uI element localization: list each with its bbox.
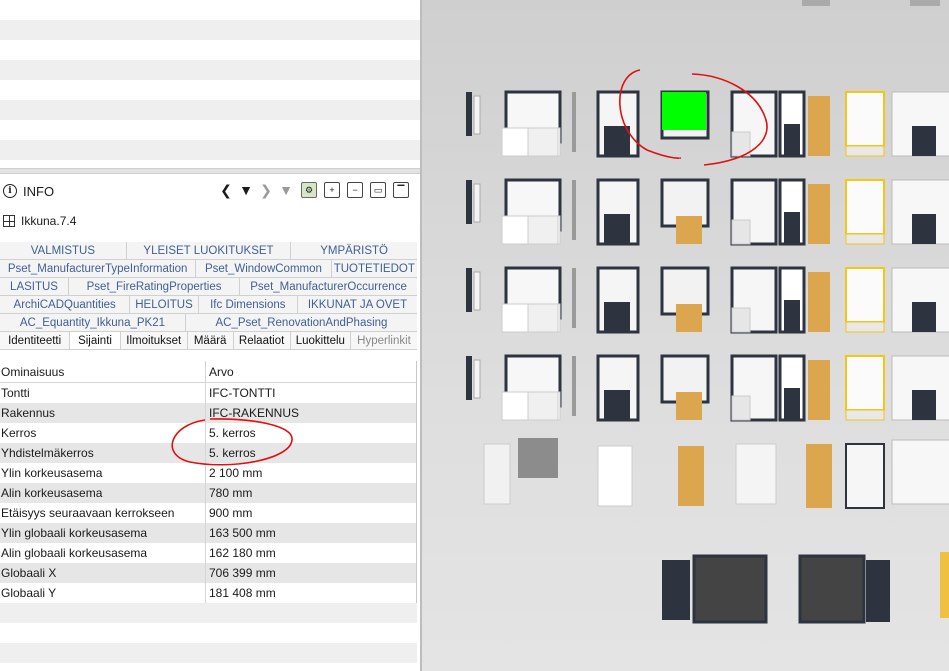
window-dark-pane — [912, 126, 936, 156]
highlighted-window — [845, 267, 885, 323]
column — [572, 268, 576, 328]
highlighted-window — [845, 355, 885, 411]
window-pane — [527, 303, 559, 333]
highlighted-window — [845, 91, 885, 147]
wood-door — [808, 184, 830, 244]
window-dark-pane — [912, 214, 936, 244]
wood-door — [808, 96, 830, 156]
window-dark-pane — [912, 302, 936, 332]
ground-door — [662, 560, 690, 620]
window-dark-pane — [912, 390, 936, 420]
grey-box — [518, 438, 558, 478]
highlighted-window-sill — [845, 321, 885, 333]
highlighted-window-sill — [845, 233, 885, 245]
window-dark-pane — [604, 214, 630, 244]
highlighted-window-sill — [845, 409, 885, 421]
window-pane — [527, 127, 559, 157]
window-pane — [735, 443, 777, 505]
wood-door — [808, 360, 830, 420]
door-panel — [678, 446, 704, 506]
door — [845, 443, 885, 509]
wood-door — [808, 272, 830, 332]
highlighted-window — [845, 179, 885, 235]
window-frame — [466, 180, 472, 224]
column — [572, 180, 576, 240]
3d-viewport[interactable] — [422, 0, 949, 671]
window-pane — [473, 359, 481, 399]
door-dark-pane — [784, 212, 800, 244]
window-frame — [466, 268, 472, 312]
window-pane — [473, 271, 481, 311]
roof-element — [910, 0, 940, 6]
door-panel — [676, 304, 702, 332]
highlighted-window-sill — [845, 145, 885, 157]
ground-edge — [940, 552, 949, 618]
window-pane — [473, 183, 481, 223]
info-panel: i INFO ❮ ▼ ❯ ▼ ⚙ + − ▭ ▔ Ikkuna.7.4 VALM… — [0, 0, 420, 671]
window-frame — [466, 92, 472, 136]
roof-element — [802, 0, 830, 6]
annotation-circle-table — [171, 418, 293, 466]
window-pane — [483, 443, 511, 505]
window-dark-pane — [604, 126, 630, 156]
door-dark-pane — [784, 388, 800, 420]
wood-door — [806, 444, 832, 508]
ground-door — [866, 560, 890, 622]
window-pane — [731, 219, 751, 245]
window-pane — [473, 95, 481, 135]
column — [572, 92, 576, 152]
ground-window — [798, 554, 866, 624]
window-dark-pane — [604, 302, 630, 332]
window-pane — [731, 395, 751, 421]
door-panel — [676, 392, 702, 420]
window-dark-pane — [604, 390, 630, 420]
door-panel — [676, 216, 702, 244]
ground-window — [692, 554, 768, 624]
selected-window — [662, 92, 706, 130]
window-pane — [731, 307, 751, 333]
window-pane — [731, 131, 751, 157]
window-pane — [597, 445, 633, 507]
door-dark-pane — [784, 124, 800, 156]
window-frame — [466, 356, 472, 400]
column — [572, 356, 576, 416]
window — [891, 439, 949, 505]
building-facade-model — [466, 0, 949, 624]
window-pane — [527, 215, 559, 245]
door-dark-pane — [784, 300, 800, 332]
window-pane — [527, 391, 559, 421]
